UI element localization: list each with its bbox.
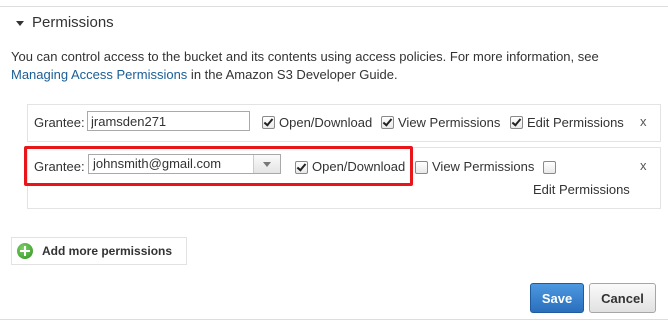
description-text-end: in the Amazon S3 Developer Guide. — [187, 67, 398, 82]
view-permissions-checkbox[interactable] — [415, 161, 428, 174]
checkmark-icon — [382, 116, 393, 127]
grantee-row: Grantee: Open/Download View Permissions … — [27, 104, 661, 142]
save-button[interactable]: Save — [530, 283, 584, 313]
add-circle-icon — [17, 243, 33, 259]
add-more-permissions-button[interactable]: Add more permissions — [11, 237, 187, 265]
view-permissions-checkbox[interactable] — [381, 116, 394, 129]
checkmark-icon — [511, 116, 522, 127]
edit-permissions-checkbox[interactable] — [543, 161, 556, 174]
checkmark-icon — [263, 116, 274, 127]
access-permissions-link[interactable]: Managing Access Permissions — [11, 67, 187, 82]
permissions-description: You can control access to the bucket and… — [11, 48, 651, 84]
caret-down-icon — [16, 21, 24, 26]
remove-grantee-button[interactable]: x — [640, 158, 647, 173]
remove-grantee-button[interactable]: x — [640, 114, 647, 129]
top-divider — [0, 6, 668, 7]
grantee-label: Grantee: — [34, 115, 85, 130]
view-permissions-label: View Permissions — [432, 159, 535, 174]
edit-permissions-checkbox[interactable] — [510, 116, 523, 129]
edit-permissions-label: Edit Permissions — [533, 182, 630, 197]
description-text: You can control access to the bucket and… — [11, 49, 599, 64]
grantee-input[interactable] — [87, 111, 250, 131]
bottom-divider — [0, 319, 668, 320]
add-more-permissions-label: Add more permissions — [42, 244, 173, 258]
edit-permissions-label: Edit Permissions — [527, 115, 624, 130]
permissions-section-toggle[interactable]: Permissions — [16, 14, 114, 31]
open-download-checkbox[interactable] — [262, 116, 275, 129]
highlight-box — [24, 146, 413, 186]
view-permissions-label: View Permissions — [398, 115, 501, 130]
section-title: Permissions — [32, 14, 114, 31]
open-download-label: Open/Download — [279, 115, 373, 130]
cancel-button[interactable]: Cancel — [589, 283, 656, 313]
